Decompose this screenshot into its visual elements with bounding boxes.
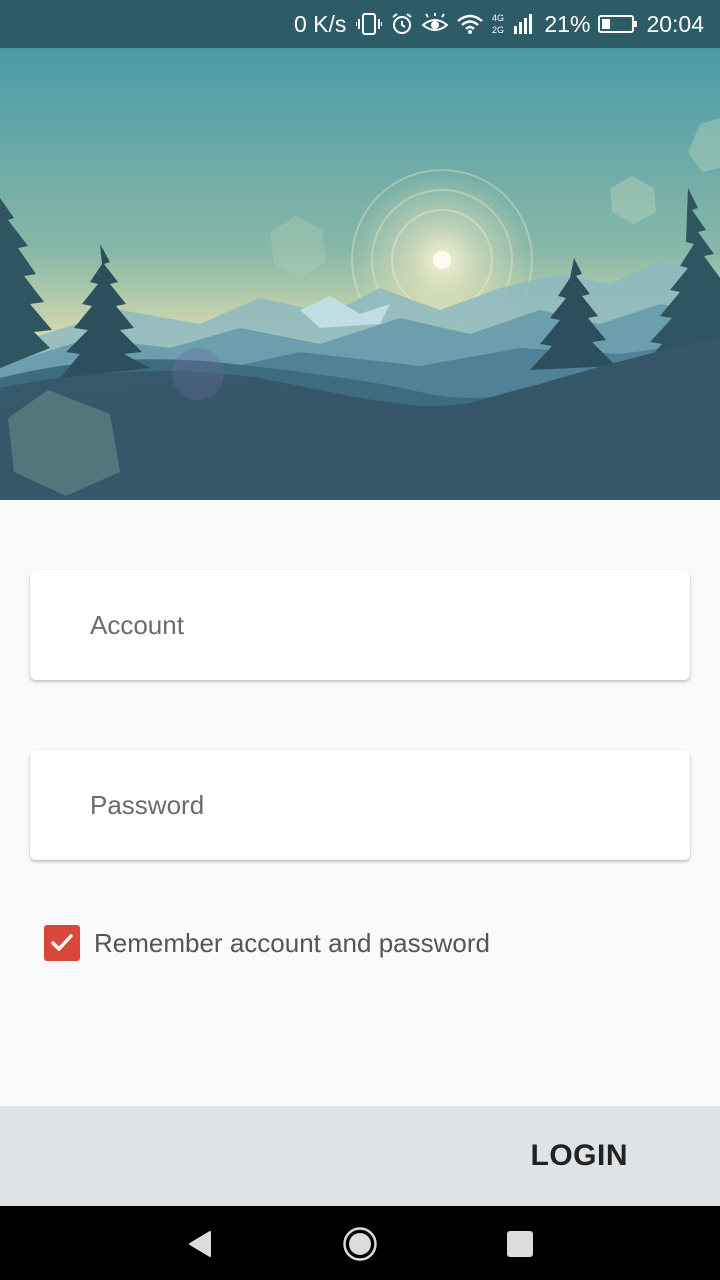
action-bar: LOGIN — [0, 1106, 720, 1206]
recents-icon[interactable] — [500, 1224, 540, 1264]
svg-text:4G: 4G — [492, 13, 504, 23]
login-button[interactable]: LOGIN — [531, 1134, 629, 1178]
clock: 20:04 — [646, 10, 704, 37]
remember-checkbox[interactable] — [44, 925, 80, 961]
account-field[interactable] — [30, 570, 690, 680]
header-illustration — [0, 48, 720, 500]
password-input[interactable] — [90, 750, 670, 860]
svg-text:2G: 2G — [492, 25, 504, 35]
alarm-icon — [390, 12, 414, 36]
navigation-bar — [0, 1206, 720, 1280]
checkmark-icon — [51, 934, 73, 951]
back-icon[interactable] — [180, 1224, 220, 1264]
battery-icon — [598, 14, 638, 34]
mountain-landscape-illustration — [0, 48, 720, 500]
home-icon[interactable] — [340, 1224, 380, 1264]
vibrate-icon — [356, 12, 383, 36]
battery-percent: 21% — [544, 10, 591, 37]
account-input[interactable] — [90, 570, 670, 680]
remember-label[interactable]: Remember account and password — [94, 928, 490, 959]
signal-4g-icon: 4G 2G — [492, 12, 534, 36]
wifi-icon — [456, 13, 484, 35]
remember-row[interactable]: Remember account and password — [44, 925, 490, 961]
status-bar: 0 K/s 4G 2G 21% 20:04 — [0, 0, 720, 48]
login-screen: 0 K/s 4G 2G 21% 20:04 Account Remember a… — [0, 0, 720, 1280]
eye-comfort-icon — [422, 13, 449, 35]
password-field[interactable] — [30, 750, 690, 860]
network-speed: 0 K/s — [293, 10, 347, 37]
